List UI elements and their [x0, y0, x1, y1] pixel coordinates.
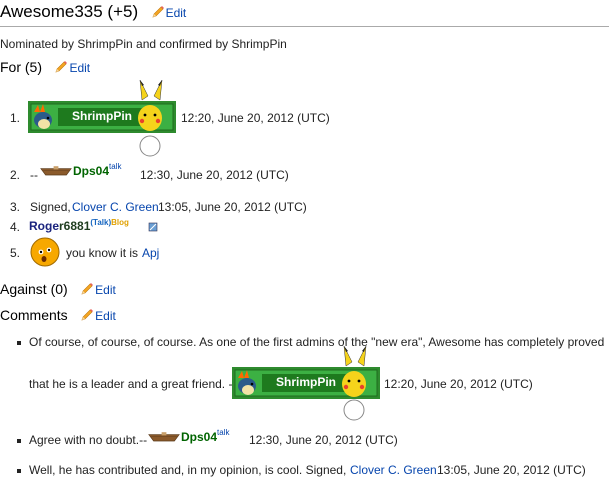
user-link[interactable]: Clover C. Green — [350, 463, 437, 477]
list-number: 2. — [9, 168, 20, 182]
timestamp: 12:20, June 20, 2012 (UTC) — [384, 377, 533, 391]
user-signature: Dps04talk — [73, 162, 121, 180]
comments-heading: Comments — [0, 307, 68, 323]
banner-username: ShrimpPin — [72, 109, 133, 123]
edit-label: Edit — [95, 309, 116, 323]
against-header: Against (0) Edit — [0, 281, 116, 299]
user-link[interactable]: Clover C. Green — [72, 200, 159, 214]
list-bullet — [17, 469, 21, 473]
timestamp: 13:05, June 20, 2012 (UTC) — [158, 200, 307, 214]
talk-link[interactable]: talk — [217, 428, 229, 437]
list-number: 4. — [9, 220, 20, 234]
nomination-text: Nominated by ShrimpPin and confirmed by … — [0, 37, 287, 51]
ball-icon — [139, 135, 161, 157]
user-link-part[interactable]: Roge — [29, 219, 59, 233]
for-header: For (5) Edit — [0, 59, 90, 77]
page-header: Awesome335 (+5) Edit — [0, 2, 186, 22]
for-heading: For (5) — [0, 59, 42, 75]
user-link[interactable]: Dps04 — [73, 164, 109, 178]
list-number: 5. — [9, 246, 20, 260]
timestamp: 12:30, June 20, 2012 (UTC) — [140, 168, 289, 182]
user-link[interactable]: Dps04 — [181, 430, 217, 444]
list-bullet — [17, 341, 21, 345]
for-edit-link[interactable]: Edit — [54, 61, 90, 75]
list-bullet — [17, 439, 21, 443]
against-heading: Against (0) — [0, 281, 68, 297]
edit-label: Edit — [95, 283, 116, 297]
boat-icon — [148, 430, 180, 444]
timestamp: 12:20, June 20, 2012 (UTC) — [181, 111, 330, 125]
pencil-icon — [151, 5, 165, 19]
pencil-icon — [80, 308, 94, 322]
shrimppin-signature-banner[interactable]: ShrimpPin — [28, 100, 176, 134]
list-number: 3. — [9, 200, 20, 214]
title-divider — [0, 26, 609, 27]
signature-prefix: -- — [30, 168, 38, 182]
signature-prefix: Signed, — [30, 200, 71, 214]
user-signature: Dps04talk — [181, 428, 229, 446]
comment-text: Agree with no doubt.-- — [29, 433, 148, 447]
pen-icon — [148, 222, 158, 232]
timestamp: 13:05, June 20, 2012 (UTC) — [437, 463, 586, 477]
edit-link[interactable]: Edit — [151, 5, 187, 20]
comment-text: Of course, of course, of course. As one … — [29, 335, 605, 349]
list-number: 1. — [9, 111, 20, 125]
edit-label: Edit — [165, 6, 187, 20]
user-link-part[interactable]: r6881 — [59, 219, 90, 233]
banner-username: ShrimpPin — [276, 375, 337, 389]
pikachu-ears-icon — [343, 345, 367, 367]
talk-link[interactable]: talk — [109, 162, 121, 171]
comment-text: that he is a leader and a great friend. … — [29, 377, 233, 391]
surprised-emoticon-icon — [30, 237, 60, 267]
pikachu-ears-icon — [139, 79, 163, 101]
boat-icon — [40, 164, 72, 178]
blog-link[interactable]: Blog — [111, 218, 129, 227]
against-edit-link[interactable]: Edit — [80, 283, 116, 297]
timestamp: 12:30, June 20, 2012 (UTC) — [249, 433, 398, 447]
talk-link[interactable]: (Talk) — [90, 218, 111, 227]
pencil-icon — [80, 282, 94, 296]
user-link[interactable]: Apj — [142, 246, 159, 260]
page-title: Awesome335 (+5) — [0, 2, 139, 21]
edit-label: Edit — [69, 61, 91, 75]
shrimppin-signature-banner[interactable]: ShrimpPin — [232, 366, 380, 400]
comments-edit-link[interactable]: Edit — [80, 309, 116, 323]
item-text: you know it is — [66, 246, 139, 260]
ball-icon — [343, 399, 365, 421]
user-signature: Roger6881(Talk)Blog — [29, 218, 129, 233]
pencil-icon — [54, 60, 68, 74]
comment-text: Well, he has contributed and, in my opin… — [29, 463, 347, 477]
comments-header: Comments Edit — [0, 307, 116, 325]
